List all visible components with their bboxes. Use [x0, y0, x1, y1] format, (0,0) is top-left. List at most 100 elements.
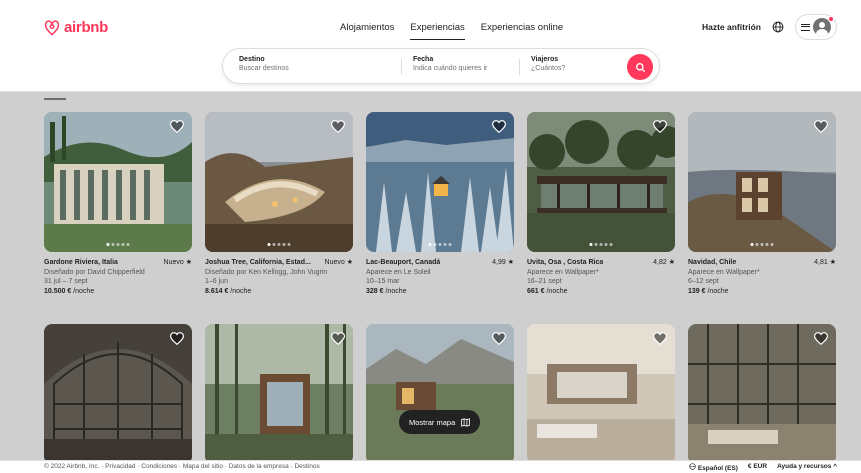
listing-price-unit: /noche: [383, 287, 407, 295]
listing-card[interactable]: Joshua Tree, California, Estad... Nuevo ★…: [205, 112, 353, 296]
tab-experiencias[interactable]: Experiencias: [410, 22, 465, 40]
heart-icon[interactable]: [814, 332, 828, 345]
listing-price-unit: /noche: [71, 287, 95, 295]
heart-icon[interactable]: [492, 120, 506, 133]
listing-price: 139 €: [688, 287, 706, 295]
listing-card[interactable]: Navidad, Chile 4,81 ★ Aparece en Wallpape…: [688, 112, 836, 296]
map-icon: [461, 417, 471, 427]
listing-rating: Nuevo ★: [324, 259, 353, 266]
listing-card[interactable]: Gardone Riviera, Italia Nuevo ★ Diseñado …: [44, 112, 192, 296]
search-bar[interactable]: Destino Buscar destinos Fecha Indica cuá…: [222, 48, 660, 84]
listing-card[interactable]: [44, 324, 192, 460]
language-selector[interactable]: Español (ES): [689, 463, 738, 472]
heart-icon[interactable]: [170, 120, 184, 133]
search-icon: [635, 62, 645, 72]
listing-image[interactable]: [44, 324, 192, 460]
listing-image[interactable]: [366, 324, 514, 460]
footer-links[interactable]: © 2022 Airbnb, Inc. · Privacidad · Condi…: [44, 463, 320, 470]
show-map-label: Mostrar mapa: [409, 417, 456, 427]
listing-price: 8.614 €: [205, 287, 229, 295]
listing-image[interactable]: [688, 112, 836, 252]
top-header: airbnb Alojamientos Experiencias Experie…: [0, 0, 861, 92]
listing-price-unit: /noche: [705, 287, 729, 295]
tab-alojamientos[interactable]: Alojamientos: [340, 22, 394, 40]
filter-tab-indicator: [44, 98, 66, 100]
header-actions: Hazte anfitrión: [702, 14, 837, 40]
heart-icon[interactable]: [331, 332, 345, 345]
heart-icon[interactable]: [814, 120, 828, 133]
listing-price: 328 €: [366, 287, 384, 295]
airbnb-logo[interactable]: airbnb: [44, 18, 108, 36]
heart-icon[interactable]: [653, 120, 667, 133]
listing-price: 10.500 €: [44, 287, 72, 295]
help-resources-link[interactable]: Ayuda y recursos ^: [777, 463, 837, 472]
listing-price: 661 €: [527, 287, 545, 295]
listing-dates: 16–21 sept: [527, 278, 562, 286]
listing-rating: 4,81 ★: [814, 259, 836, 266]
carousel-dots: [589, 243, 613, 246]
listing-dates: 10–15 mar: [366, 278, 400, 286]
listing-subtitle: Diseñado por Ken Kellogg, John Vugrin: [205, 268, 328, 276]
destination-field[interactable]: Destino Buscar destinos: [239, 56, 289, 72]
travelers-label: Viajeros: [531, 56, 559, 63]
listing-image[interactable]: [527, 112, 675, 252]
date-input[interactable]: Indica cuándo quieres ir: [413, 65, 487, 72]
listing-card[interactable]: Lac-Beauport, Canadá 4,99 ★ Aparece en Le…: [366, 112, 514, 296]
destination-input[interactable]: Buscar destinos: [239, 65, 289, 72]
search-divider: [519, 59, 520, 75]
heart-icon[interactable]: [170, 332, 184, 345]
listing-title: Gardone Riviera, Italia: [44, 259, 118, 266]
listing-title: Lac-Beauport, Canadá: [366, 259, 441, 266]
heart-icon[interactable]: [653, 332, 667, 345]
listings-area: Gardone Riviera, Italia Nuevo ★ Diseñado …: [0, 92, 861, 460]
tab-experiencias-online[interactable]: Experiencias online: [481, 22, 563, 40]
search-divider: [401, 59, 402, 75]
carousel-dots: [750, 243, 774, 246]
listing-subtitle: Diseñado por David Chipperfield: [44, 268, 145, 276]
notification-dot: [828, 16, 834, 22]
listing-price-unit: /noche: [544, 287, 568, 295]
listing-price-unit: /noche: [228, 287, 252, 295]
listing-card[interactable]: [527, 324, 675, 460]
heart-icon[interactable]: [492, 332, 506, 345]
airbnb-logo-icon: [44, 20, 60, 36]
destination-label: Destino: [239, 56, 265, 63]
globe-icon: [689, 463, 696, 470]
listing-image[interactable]: [527, 324, 675, 460]
listing-image[interactable]: [366, 112, 514, 252]
show-map-button[interactable]: Mostrar mapa: [399, 410, 481, 434]
globe-icon[interactable]: [771, 20, 785, 34]
listing-image[interactable]: [688, 324, 836, 460]
listing-card[interactable]: Uvita, Osa , Costa Rica 4,82 ★ Aparece en…: [527, 112, 675, 296]
carousel-dots: [428, 243, 452, 246]
heart-icon[interactable]: [331, 120, 345, 133]
listing-dates: 1–6 jun: [205, 278, 228, 286]
carousel-dots: [106, 243, 130, 246]
main-nav: Alojamientos Experiencias Experiencias o…: [340, 22, 563, 40]
travelers-input[interactable]: ¿Cuántos?: [531, 65, 565, 72]
listing-image[interactable]: [44, 112, 192, 252]
date-field[interactable]: Fecha Indica cuándo quieres ir: [413, 56, 487, 72]
listing-title: Navidad, Chile: [688, 259, 737, 266]
become-host-link[interactable]: Hazte anfitrión: [702, 22, 761, 32]
listing-image[interactable]: [205, 324, 353, 460]
page-footer: © 2022 Airbnb, Inc. · Privacidad · Condi…: [0, 460, 861, 473]
brand-name: airbnb: [64, 18, 109, 36]
hamburger-icon: [801, 23, 811, 31]
listing-title: Joshua Tree, California, Estad...: [205, 259, 311, 266]
listing-dates: 31 jul – 7 sept: [44, 278, 88, 286]
date-label: Fecha: [413, 56, 434, 63]
currency-selector[interactable]: € EUR: [748, 463, 767, 472]
user-menu-button[interactable]: [795, 14, 837, 40]
carousel-dots: [267, 243, 291, 246]
listing-card[interactable]: [366, 324, 514, 460]
listing-dates: 6–12 sept: [688, 278, 719, 286]
listing-rating: Nuevo ★: [163, 259, 192, 266]
listing-image[interactable]: [205, 112, 353, 252]
listing-card[interactable]: [688, 324, 836, 460]
listing-card[interactable]: [205, 324, 353, 460]
listing-subtitle: Aparece en Wallpaper*: [688, 268, 760, 276]
travelers-field[interactable]: Viajeros ¿Cuántos?: [531, 56, 565, 72]
language-label: Español (ES): [697, 465, 738, 472]
search-button[interactable]: [627, 54, 653, 80]
